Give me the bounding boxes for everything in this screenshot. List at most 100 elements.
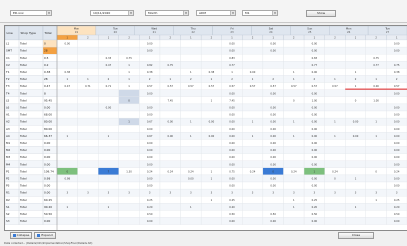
department-select[interactable]: ADM ▾ [196,10,236,16]
table-cell-value: 0.00 [229,42,235,46]
table-cell-value: 0.24 [250,169,256,173]
table-row [5,203,407,211]
table-cell-value: 0.00 [229,127,235,131]
table-cell-value: 0.00 [229,155,235,159]
table-cell-text: Total [19,91,27,95]
day-header-date: 27 [386,30,390,34]
footer: Collapse Expand Close Data collected... … [0,229,407,246]
table-cell-text: 8 [44,91,46,95]
day-header-name: Wed [151,27,157,31]
table-row [5,196,407,204]
collapse-button[interactable]: Collapse [10,232,32,239]
table-cell-value: 0.00 [147,219,153,223]
table-cell-value: 7.45 [167,98,173,102]
table-cell-value: 0.00 [270,162,276,166]
table-cell-value: 0.38 [147,70,153,74]
table-cell-text: T3 [5,84,10,88]
table-row [5,153,407,161]
table-cell-value: 0.00 [229,113,235,117]
table-cell-value: 0.75 [394,63,400,67]
table-cell-value: 0.00 [394,162,400,166]
table-cell-value: 0.83 [312,56,318,60]
table-cell-value: 0.00 [312,91,318,95]
table-cell-text: 90.20 [44,205,52,209]
table-cell-text: 0.00 [44,155,50,159]
table-cell-value: 0.00 [147,148,153,152]
table-cell-value: 0.00 [147,184,153,188]
period-select[interactable]: Month ▾ [145,10,189,16]
table-cell-value: 1.00 [373,98,379,102]
table-cell-value: 0.00 [312,120,318,124]
table-cell-text: SMT [6,49,12,53]
table-cell-value: 0.00 [147,49,153,53]
line-select[interactable]: ED-xxx ▾ [10,10,52,16]
expand-button[interactable]: Expand [34,232,56,239]
table-cell-text: L1 [6,42,10,46]
table-cell-value: 0.50 [270,212,276,216]
table-cell-value: 0.25 [147,198,153,202]
table-cell-text: Total [19,84,27,88]
table-cell-text: A3 [6,127,10,131]
table-cell-value: 0.00 [147,177,153,181]
chevron-down-icon: ▾ [183,11,188,15]
table-row [5,210,407,218]
table-cell-text: 95.45 [44,98,52,102]
table-cell-text: M4 [6,162,10,166]
table-cell-text: Total [19,63,27,67]
table-row [5,103,407,111]
table-cell-value: 0.24 [188,169,194,173]
department-select-value: ADM [199,11,206,15]
table-cell-text: 28 [44,49,48,53]
table-cell-value: 0.00 [394,134,400,138]
table-cell-value: 0.00 [312,106,318,110]
table-row [5,189,407,197]
table-cell-value: 0.50 [147,212,153,216]
table-row [5,118,407,126]
table-cell-value: 0.25 [312,198,318,202]
table-cell-value: 0.00 [229,120,235,124]
table-cell-value: 0.38 [65,70,71,74]
table-row [5,54,407,62]
day-header-date: 21 [153,30,157,34]
table-cell-value: 0.00 [312,219,318,223]
table-cell-value: 0.00 [209,134,215,138]
table-cell-text: 68.00 [44,113,52,117]
table-cell-text: 50.50 [44,212,52,216]
table-cell-value: 0.00 [147,42,153,46]
table-cell-value: 0.57 [209,84,215,88]
table-cell-value: 0.00 [229,134,235,138]
table-cell-text: Total [19,212,27,216]
table-cell-text: Total [19,205,27,209]
table-cell-text: T2 [5,77,10,81]
date-select[interactable]: 19/11/2020 ▾ [90,10,134,16]
table-cell-value: 0.57 [188,84,194,88]
table-cell-text: 0.00 [44,106,50,110]
table-cell-value: 0.00 [394,106,400,110]
table-cell-value: 0.00 [229,91,235,95]
table-cell-text: 0.47 [44,84,50,88]
close-button[interactable]: Close [338,232,374,239]
table-cell-value: 0.67 [147,120,153,124]
table-cell-text: 0 [44,42,46,46]
table-cell-text: 0.00 [44,148,50,152]
table-cell-text: 80.00 [44,127,52,131]
table-cell-value: 1.30 [126,169,132,173]
table-cell-value: 0.00 [312,134,318,138]
table-row [5,75,407,83]
table-cell-value: 0.00 [394,42,400,46]
chevron-down-icon: ▾ [230,11,235,15]
table-cell-text: Total [19,113,27,117]
table-cell-value: 0.00 [394,148,400,152]
machine-select[interactable]: M1 ▾ [242,10,278,16]
show-button[interactable]: Show [306,10,336,17]
table-cell-value: 0.00 [229,219,235,223]
table-cell-value: 0.47 [106,63,112,67]
table-cell-text: 0.00 [44,141,50,145]
table-cell-text: 0.00 [44,191,50,195]
table-cell-value: 0.00 [312,184,318,188]
expand-label: Expand [41,233,53,237]
table-cell-value: 0.00 [229,148,235,152]
table-cell-value: 0.57 [147,84,153,88]
toolbar: ED-xxx ▾ 19/11/2020 ▾ Month ▾ ADM ▾ M1 ▾… [0,0,407,23]
table-cell-value: 0.00 [270,42,276,46]
